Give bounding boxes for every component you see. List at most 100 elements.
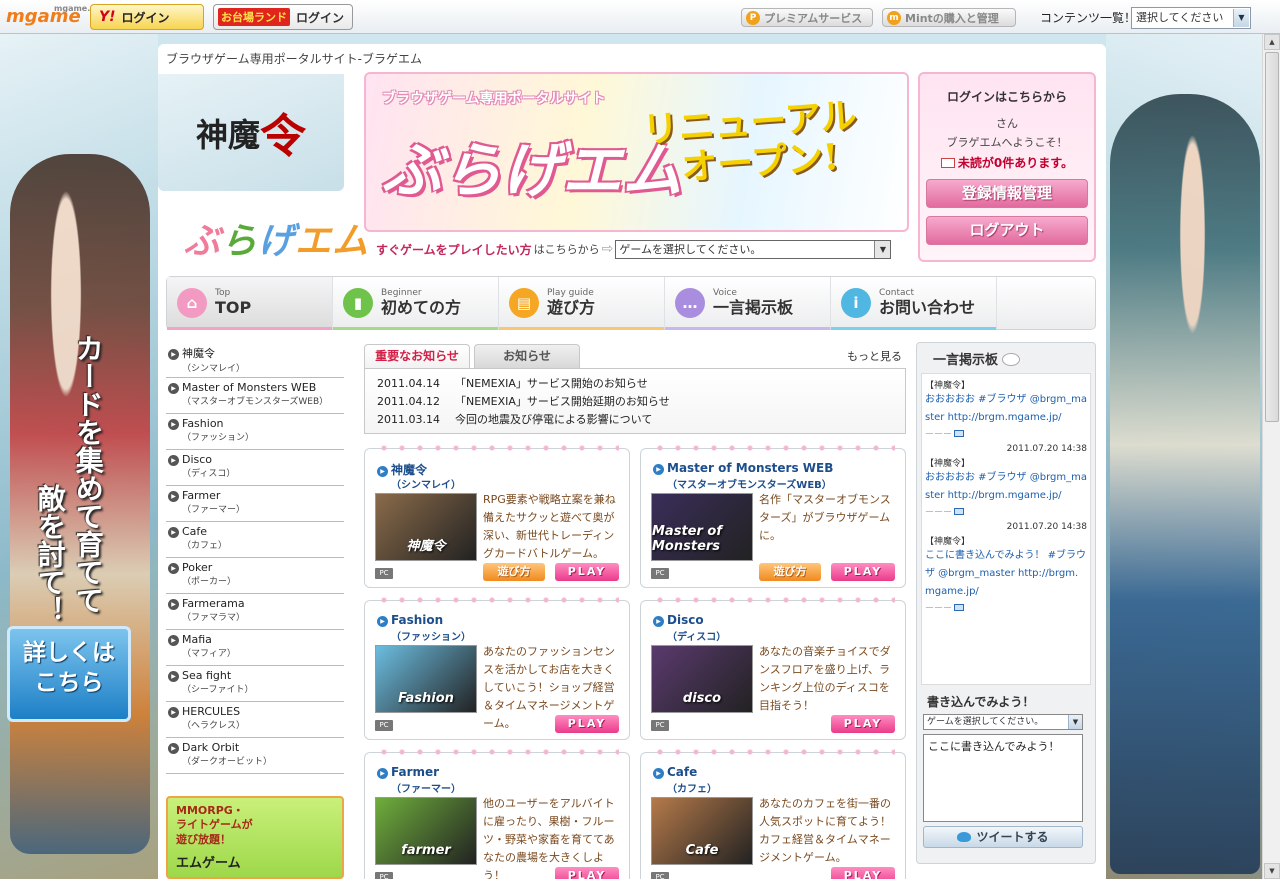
tab-news[interactable]: お知らせ [474, 344, 580, 368]
mint-purchase-button[interactable]: m Mintの購入と管理 [882, 8, 1016, 27]
pc-badge-icon: PC [651, 872, 669, 879]
play-button[interactable]: PLAY [831, 867, 895, 879]
game-card: 神魔令（シンマレイ）神魔令RPG要素や戦略立案を兼ね備えたサクッと遊べて奥が深い… [364, 444, 630, 588]
mail-icon[interactable] [954, 508, 965, 515]
play-button[interactable]: PLAY [555, 867, 619, 879]
scroll-down-icon[interactable]: ▼ [1264, 863, 1280, 879]
game-thumbnail[interactable]: farmer [375, 797, 477, 865]
more-news-link[interactable]: もっと見る [847, 348, 902, 364]
board-message-input[interactable]: ここに書き込んでみよう！ [923, 734, 1083, 822]
post-user: ーーー [925, 601, 1087, 614]
game-list-item[interactable]: Dark Orbit （ダークオービット） [166, 738, 344, 774]
game-list-item[interactable]: HERCULES （ヘラクレス） [166, 702, 344, 738]
tweet-button[interactable]: ツイートする [923, 826, 1083, 848]
post-user: ーーー [925, 505, 1087, 518]
news-item[interactable]: 2011.04.14 「NEMEXIA」サービス開始のお知らせ [377, 375, 893, 393]
card-decoration [651, 596, 895, 604]
right-side-artwork [1106, 34, 1262, 879]
game-list-item[interactable]: Master of Monsters WEB （マスターオブモンスターズWEB） [166, 378, 344, 414]
mgame-logo[interactable]: mgame mgame.jp [6, 4, 99, 30]
board-game-select[interactable]: ゲームを選択してください。 ▼ [923, 714, 1083, 730]
odaiba-land-login-button[interactable]: お台場ランド ログイン [213, 4, 353, 30]
game-card-title[interactable]: Fashion [377, 613, 443, 627]
game-list-item[interactable]: Disco （ディスコ） [166, 450, 344, 486]
game-card-title[interactable]: Master of Monsters WEB [653, 461, 833, 475]
mgame-ad-banner[interactable]: MMORPG・ ライトゲームが 遊び放題！ エムゲーム [166, 796, 344, 879]
nav-underline [333, 327, 498, 330]
nav-icon-3: … [675, 288, 705, 318]
account-management-button[interactable]: 登録情報管理 [926, 179, 1088, 208]
details-button[interactable]: 詳しくは こちら [7, 626, 131, 722]
mail-icon[interactable] [954, 604, 965, 611]
news-date: 2011.04.12 [377, 395, 440, 408]
play-button[interactable]: PLAY [831, 563, 895, 581]
game-thumbnail[interactable]: 神魔令 [375, 493, 477, 561]
nav-item-beginner[interactable]: ▮ Beginner 初めての方 [333, 277, 499, 330]
game-list-item[interactable]: Cafe （カフェ） [166, 522, 344, 558]
game-list-item[interactable]: Fashion （ファッション） [166, 414, 344, 450]
board-post: 【神魔令】 おおおおお #ブラウザ @brgm_master http://brg… [925, 456, 1087, 532]
tab-important-news[interactable]: 重要なお知らせ [364, 344, 470, 368]
post-text[interactable]: おおおおお #ブラウザ @brgm_master http://brgm.mga… [925, 469, 1087, 505]
nav-icon-1: ▮ [343, 288, 373, 318]
game-list-item[interactable]: 神魔令 （シンマレイ） [166, 342, 344, 378]
game-thumbnail[interactable]: disco [651, 645, 753, 713]
quick-play-select[interactable]: ゲームを選択してください。 ▼ [615, 239, 892, 259]
top-toolbar: mgame mgame.jp Y! ログイン お台場ランド ログイン P プレミア… [0, 0, 1280, 34]
contents-select[interactable]: 選択してください ▼ [1131, 7, 1251, 29]
game-card-kana: （ディスコ） [667, 632, 727, 643]
card-decoration [375, 444, 619, 452]
nav-label-en: Play guide [547, 288, 594, 298]
play-button[interactable]: PLAY [555, 563, 619, 581]
game-list-item[interactable]: Farmerama （ファマラマ） [166, 594, 344, 630]
game-thumbnail[interactable]: Cafe [651, 797, 753, 865]
game-list-item[interactable]: Sea fight （シーファイト） [166, 666, 344, 702]
game-list-item[interactable]: Farmer （ファーマー） [166, 486, 344, 522]
logout-button[interactable]: ログアウト [926, 216, 1088, 245]
nav-item-voice[interactable]: … Voice 一言掲示板 [665, 277, 831, 330]
game-thumbnail[interactable]: Master of Monsters [651, 493, 753, 561]
game-card-title[interactable]: Cafe [653, 765, 697, 779]
game-card-kana: （マスターオブモンスターズWEB） [667, 480, 832, 491]
nav-underline [499, 327, 664, 330]
unread-messages-link[interactable]: 未読が0件あります。 [920, 154, 1094, 171]
speech-bubble-icon [1002, 353, 1021, 366]
scroll-thumb[interactable] [1265, 52, 1279, 422]
vertical-scrollbar[interactable]: ▲ ▼ [1262, 34, 1280, 879]
nav-underline [665, 327, 830, 330]
howto-button[interactable]: 遊び方 [759, 563, 821, 581]
board-title: 一言掲示板 [917, 343, 1095, 373]
nav-item-play-guide[interactable]: ▤ Play guide 遊び方 [499, 277, 665, 330]
play-button[interactable]: PLAY [831, 715, 895, 733]
game-kana: （ダークオービット） [182, 757, 273, 767]
game-name: Master of Monsters WEB [168, 381, 344, 394]
game-kana: （ファマラマ） [182, 613, 246, 623]
nav-label-ja: お問い合わせ [879, 298, 976, 317]
yahoo-login-button[interactable]: Y! ログイン [90, 4, 204, 30]
game-list-item[interactable]: Poker （ポーカー） [166, 558, 344, 594]
mail-icon[interactable] [954, 430, 965, 437]
hero-banner[interactable]: ブラウザゲーム専用ポータルサイト ぶらげエム リニューアル オープン! 1 2 … [364, 72, 909, 232]
post-text[interactable]: おおおおお #ブラウザ @brgm_master http://brgm.mga… [925, 391, 1087, 427]
nav-item-contact[interactable]: i Contact お問い合わせ [831, 277, 997, 330]
game-card-title[interactable]: Farmer [377, 765, 439, 779]
scroll-up-icon[interactable]: ▲ [1264, 34, 1280, 50]
board-post: 【神魔令】 おおおおお #ブラウザ @brgm_master http://brg… [925, 378, 1087, 454]
game-name: Cafe [168, 525, 344, 538]
shinmarei-banner[interactable]: 神魔令 [158, 74, 344, 191]
post-text[interactable]: ここに書き込んでみよう！ #ブラウザ @brgm_master http://b… [925, 547, 1087, 601]
play-button[interactable]: PLAY [555, 715, 619, 733]
site-logo[interactable]: ぶらげエム [184, 212, 369, 264]
game-list-item[interactable]: Mafia （マフィア） [166, 630, 344, 666]
nav-icon-2: ▤ [509, 288, 539, 318]
news-item[interactable]: 2011.04.12 「NEMEXIA」サービス開始延期のお知らせ [377, 393, 893, 411]
nav-item-top[interactable]: ⌂ Top TOP [167, 277, 333, 330]
news-item[interactable]: 2011.03.14 今回の地震及び停電による影響について [377, 411, 893, 429]
game-thumbnail[interactable]: Fashion [375, 645, 477, 713]
howto-button[interactable]: 遊び方 [483, 563, 545, 581]
game-description: RPG要素や戦略立案を兼ね備えたサクッと遊べて奥が深い、新世代トレーディングカー… [483, 493, 616, 560]
game-card-title[interactable]: Disco [653, 613, 704, 627]
premium-service-button[interactable]: P プレミアムサービス [741, 8, 873, 27]
board-feed[interactable]: 【神魔令】 おおおおお #ブラウザ @brgm_master http://brg… [921, 373, 1091, 685]
game-name: 神魔令 [168, 345, 344, 361]
